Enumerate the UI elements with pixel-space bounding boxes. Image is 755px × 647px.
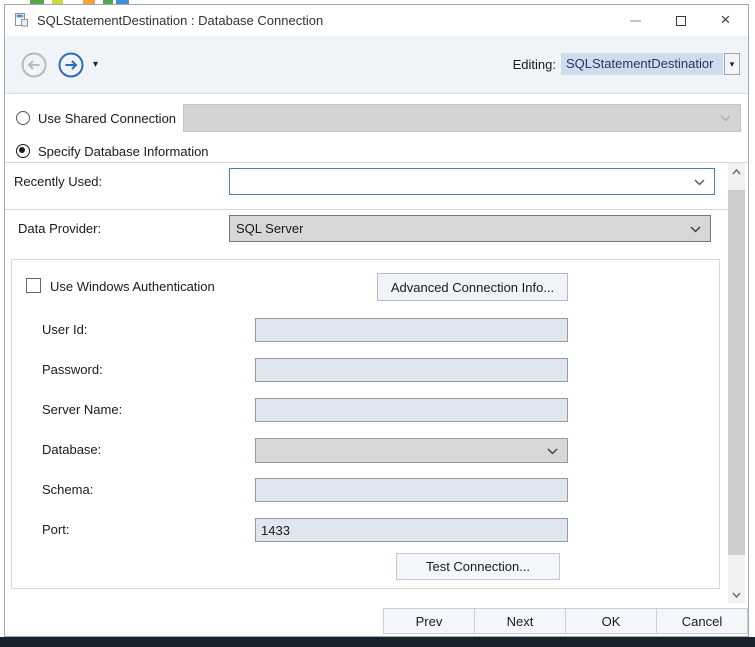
data-provider-combobox[interactable]: SQL Server <box>229 215 711 242</box>
next-button[interactable]: Next <box>474 608 566 634</box>
windows-auth-label[interactable]: Use Windows Authentication <box>50 279 215 294</box>
specify-database-info-label[interactable]: Specify Database Information <box>38 144 209 159</box>
database-label: Database: <box>42 442 101 457</box>
chevron-down-icon[interactable]: ▾ <box>724 53 740 75</box>
footer-button-bar: Prev Next OK Cancel <box>384 608 748 634</box>
database-combobox[interactable] <box>255 438 568 463</box>
taskbar-strip <box>0 637 755 647</box>
schema-input[interactable] <box>255 478 568 502</box>
database-info-group: Use Windows Authentication Advanced Conn… <box>11 259 720 589</box>
separator <box>5 209 728 210</box>
chevron-down-icon[interactable] <box>694 179 705 186</box>
windows-auth-checkbox[interactable] <box>26 278 41 293</box>
port-label: Port: <box>42 522 69 537</box>
minimize-icon <box>630 20 641 22</box>
recently-used-combobox[interactable] <box>229 168 715 195</box>
test-connection-button[interactable]: Test Connection... <box>396 553 560 580</box>
shared-connection-combobox[interactable] <box>183 104 741 132</box>
prev-button[interactable]: Prev <box>383 608 475 634</box>
back-button[interactable] <box>21 52 47 78</box>
password-label: Password: <box>42 362 103 377</box>
data-provider-label: Data Provider: <box>18 221 101 236</box>
close-button[interactable]: × <box>703 5 748 36</box>
specify-database-info-radio[interactable] <box>16 144 30 158</box>
editing-combobox[interactable]: SQLStatementDestinatior ▾ <box>561 53 740 75</box>
port-input[interactable] <box>255 518 568 542</box>
server-name-label: Server Name: <box>42 402 122 417</box>
forward-dropdown-caret-icon[interactable]: ▾ <box>93 59 98 70</box>
use-shared-connection-radio[interactable] <box>16 111 30 125</box>
ok-button[interactable]: OK <box>565 608 657 634</box>
chevron-down-icon <box>732 592 741 598</box>
forward-button[interactable] <box>58 52 84 78</box>
scrollbar-thumb[interactable] <box>728 190 745 555</box>
dialog-window: SQLStatementDestination : Database Conne… <box>4 4 749 637</box>
user-id-label: User Id: <box>42 322 88 337</box>
scroll-up-button[interactable] <box>728 163 745 180</box>
screen: SQLStatementDestination : Database Conne… <box>0 0 755 647</box>
chevron-down-icon[interactable] <box>690 226 701 233</box>
chevron-down-icon[interactable] <box>547 448 558 455</box>
server-name-input[interactable] <box>255 398 568 422</box>
window-controls: × <box>613 5 748 36</box>
editing-value: SQLStatementDestinatior <box>561 53 723 75</box>
data-provider-value: SQL Server <box>230 221 303 236</box>
editing-label: Editing: <box>513 57 556 72</box>
app-icon <box>13 12 29 28</box>
use-shared-connection-label[interactable]: Use Shared Connection <box>38 111 176 126</box>
password-input[interactable] <box>255 358 568 382</box>
scroll-down-button[interactable] <box>728 586 745 603</box>
chevron-down-icon <box>720 115 731 122</box>
editing-area: Editing: SQLStatementDestinatior ▾ <box>513 53 740 75</box>
navigation-toolbar: ▾ Editing: SQLStatementDestinatior ▾ <box>5 36 748 94</box>
cancel-button[interactable]: Cancel <box>656 608 748 634</box>
window-title: SQLStatementDestination : Database Conne… <box>37 13 323 28</box>
maximize-button[interactable] <box>658 5 703 36</box>
separator <box>5 162 748 163</box>
chevron-up-icon <box>732 169 741 175</box>
maximize-icon <box>676 16 686 26</box>
user-id-input[interactable] <box>255 318 568 342</box>
recently-used-label: Recently Used: <box>14 174 102 189</box>
schema-label: Schema: <box>42 482 93 497</box>
advanced-connection-info-button[interactable]: Advanced Connection Info... <box>377 273 568 301</box>
vertical-scrollbar[interactable] <box>728 163 745 603</box>
title-bar: SQLStatementDestination : Database Conne… <box>5 5 748 36</box>
close-icon: × <box>721 11 731 28</box>
minimize-button[interactable] <box>613 5 658 36</box>
